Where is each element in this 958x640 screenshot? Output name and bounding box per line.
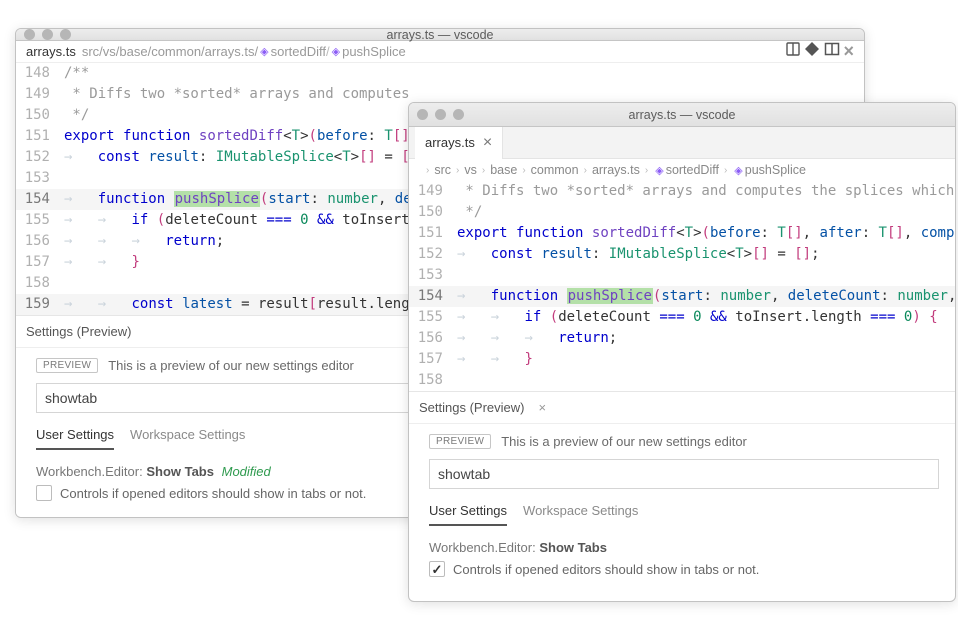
titlebar[interactable]: arrays.ts — vscode [409, 103, 955, 127]
breadcrumb[interactable]: › src › vs › base › common › arrays.ts ›… [409, 159, 955, 181]
code-content[interactable]: /** [64, 63, 864, 84]
code-content[interactable]: */ [457, 202, 955, 223]
line-number: 152 [409, 244, 457, 265]
line-number: 152 [16, 147, 64, 168]
breadcrumb-symbol[interactable]: sortedDiff [271, 44, 326, 59]
editor-tabbar-notabs: arrays.ts src/vs/base/common/arrays.ts/ … [16, 41, 864, 63]
setting-description: Controls if opened editors should show i… [60, 486, 366, 501]
symbol-icon: ◈ [734, 164, 742, 177]
editor-tab[interactable]: arrays.ts × [415, 127, 503, 159]
chevron-right-icon: › [724, 165, 727, 176]
code-line[interactable]: 153 [409, 265, 955, 286]
titlebar[interactable]: arrays.ts — vscode [16, 29, 864, 41]
code-line[interactable]: 155→ → if (deleteCount === 0 && toInsert… [409, 307, 955, 328]
preview-badge: PREVIEW [36, 358, 98, 373]
code-content[interactable]: → → if (deleteCount === 0 && toInsert.le… [457, 307, 955, 328]
editor-tabbar: arrays.ts × [409, 127, 955, 159]
line-number: 157 [16, 252, 64, 273]
breadcrumb-symbol[interactable]: pushSplice [342, 44, 406, 59]
tab-workspace-settings[interactable]: Workspace Settings [130, 423, 245, 450]
line-number: 158 [16, 273, 64, 294]
window-title: arrays.ts — vscode [16, 28, 864, 42]
code-content[interactable]: → function pushSplice(start: number, del… [457, 286, 955, 307]
line-number: 154 [16, 189, 64, 210]
code-content[interactable] [457, 265, 955, 286]
settings-header: Settings (Preview) × [409, 392, 955, 424]
code-content[interactable]: * Diffs two *sorted* arrays and computes… [457, 181, 955, 202]
line-number: 149 [16, 84, 64, 105]
close-tab-icon[interactable]: × [483, 135, 492, 151]
chevron-right-icon: › [426, 165, 429, 176]
line-number: 153 [16, 168, 64, 189]
preview-text: This is a preview of our new settings ed… [108, 358, 354, 373]
breadcrumb-path[interactable]: src/vs/base/common/arrays.ts/ [82, 44, 258, 59]
diff-icon[interactable] [785, 45, 805, 60]
line-number: 156 [409, 328, 457, 349]
show-tabs-checkbox[interactable] [429, 561, 445, 577]
symbol-icon: ◈ [332, 45, 340, 58]
line-number: 159 [16, 294, 64, 315]
code-content[interactable]: export function sortedDiff<T>(before: T[… [457, 223, 955, 244]
code-line[interactable]: 154→ function pushSplice(start: number, … [409, 286, 955, 307]
code-content[interactable]: → → } [457, 349, 955, 370]
code-content[interactable]: → const result: IMutableSplice<T>[] = []… [457, 244, 955, 265]
window-title: arrays.ts — vscode [409, 108, 955, 122]
line-number: 151 [16, 126, 64, 147]
split-editor-icon[interactable] [824, 45, 844, 60]
show-tabs-checkbox[interactable] [36, 485, 52, 501]
active-filename: arrays.ts [26, 44, 76, 59]
line-number: 155 [16, 210, 64, 231]
chevron-right-icon: › [482, 165, 485, 176]
symbol-icon: ◈ [260, 45, 268, 58]
code-line[interactable]: 149 * Diffs two *sorted* arrays and comp… [409, 181, 955, 202]
line-number: 148 [16, 63, 64, 84]
code-line[interactable]: 148/** [16, 63, 864, 84]
line-number: 153 [409, 265, 457, 286]
settings-panel: Settings (Preview) × PREVIEW This is a p… [409, 391, 955, 593]
line-number: 150 [409, 202, 457, 223]
code-line[interactable]: 156→ → → return; [409, 328, 955, 349]
code-line[interactable]: 158 [409, 370, 955, 391]
line-number: 154 [409, 286, 457, 307]
chevron-right-icon: › [645, 165, 648, 176]
code-content[interactable]: → → → return; [457, 328, 955, 349]
setting-description: Controls if opened editors should show i… [453, 562, 759, 577]
line-number: 157 [409, 349, 457, 370]
source-control-icon[interactable] [804, 45, 824, 60]
line-number: 149 [409, 181, 457, 202]
symbol-icon: ◈ [655, 164, 663, 177]
tab-workspace-settings[interactable]: Workspace Settings [523, 499, 638, 526]
setting-item-title: Workbench.Editor: Show Tabs [429, 540, 939, 555]
chevron-right-icon: › [522, 165, 525, 176]
code-line[interactable]: 157→ → } [409, 349, 955, 370]
preview-badge: PREVIEW [429, 434, 491, 449]
code-content[interactable] [457, 370, 955, 391]
code-line[interactable]: 152→ const result: IMutableSplice<T>[] =… [409, 244, 955, 265]
modified-indicator: Modified [222, 464, 271, 479]
chevron-right-icon: › [584, 165, 587, 176]
preview-text: This is a preview of our new settings ed… [501, 434, 747, 449]
line-number: 150 [16, 105, 64, 126]
close-settings-icon[interactable]: × [538, 400, 546, 415]
code-line[interactable]: 151export function sortedDiff<T>(before:… [409, 223, 955, 244]
chevron-right-icon: › [456, 165, 459, 176]
window-front: arrays.ts — vscode arrays.ts × › src › v… [408, 102, 956, 602]
line-number: 156 [16, 231, 64, 252]
line-number: 158 [409, 370, 457, 391]
settings-title: Settings (Preview) [26, 324, 131, 339]
line-number: 155 [409, 307, 457, 328]
line-number: 151 [409, 223, 457, 244]
tab-label: arrays.ts [425, 135, 475, 150]
code-line[interactable]: 150 */ [409, 202, 955, 223]
settings-search-input[interactable]: showtab [429, 459, 939, 489]
tab-user-settings[interactable]: User Settings [36, 423, 114, 450]
tab-user-settings[interactable]: User Settings [429, 499, 507, 526]
settings-title: Settings (Preview) [419, 400, 524, 415]
code-editor[interactable]: 149 * Diffs two *sorted* arrays and comp… [409, 181, 955, 391]
close-icon[interactable]: × [843, 41, 854, 61]
